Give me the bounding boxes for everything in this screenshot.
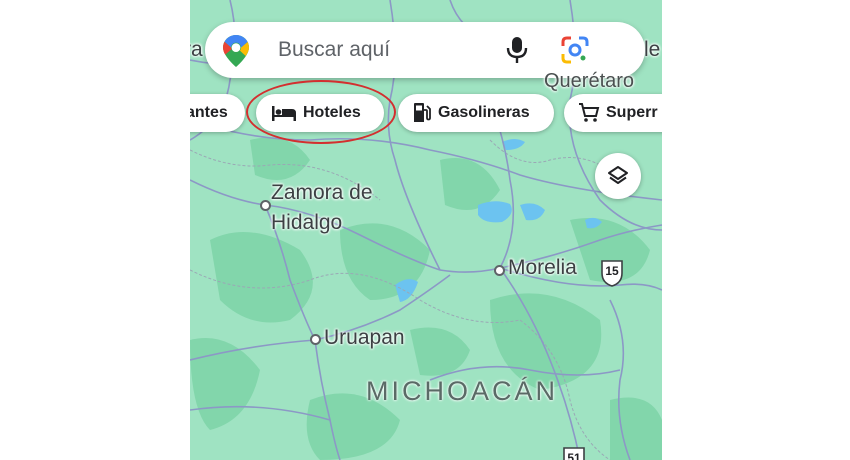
search-input[interactable]: Buscar aquí	[278, 38, 390, 62]
map-canvas[interactable]: Buscar aquí antes Hoteles Gasolineras Su…	[190, 0, 662, 460]
city-label-edge-left: ra	[190, 38, 203, 61]
highway-number: 15	[605, 264, 619, 278]
layers-icon	[608, 166, 628, 184]
cart-icon	[579, 103, 600, 122]
highway-shield-15: 15	[600, 259, 624, 292]
chip-label: Superr	[606, 104, 658, 121]
chip-gas-stations[interactable]: Gasolineras	[398, 94, 554, 132]
highway-shield-51: 51	[562, 446, 586, 460]
mic-icon[interactable]	[505, 36, 529, 69]
city-label-edge-right: le	[644, 38, 661, 61]
gas-station-icon	[414, 103, 431, 122]
city-label-uruapan: Uruapan	[324, 326, 405, 349]
state-label: MICHOACÁN	[366, 376, 559, 406]
city-dot-morelia	[494, 265, 505, 276]
layers-button[interactable]	[595, 153, 641, 199]
chip-label: antes	[190, 104, 228, 121]
chip-supermarkets[interactable]: Superr	[564, 94, 662, 132]
maps-logo-icon	[223, 35, 249, 72]
city-dot-zamora	[260, 200, 271, 211]
city-label-zamora: Zamora de Hidalgo	[271, 181, 373, 234]
hotels-highlight-circle	[246, 80, 396, 144]
city-label-morelia: Morelia	[508, 256, 577, 279]
chip-label: Gasolineras	[438, 104, 530, 121]
highway-number: 51	[567, 451, 581, 460]
city-dot-uruapan	[310, 334, 321, 345]
city-label-queretaro: Querétaro	[544, 70, 635, 92]
chip-restaurants[interactable]: antes	[190, 94, 245, 132]
google-lens-icon[interactable]	[561, 36, 589, 69]
